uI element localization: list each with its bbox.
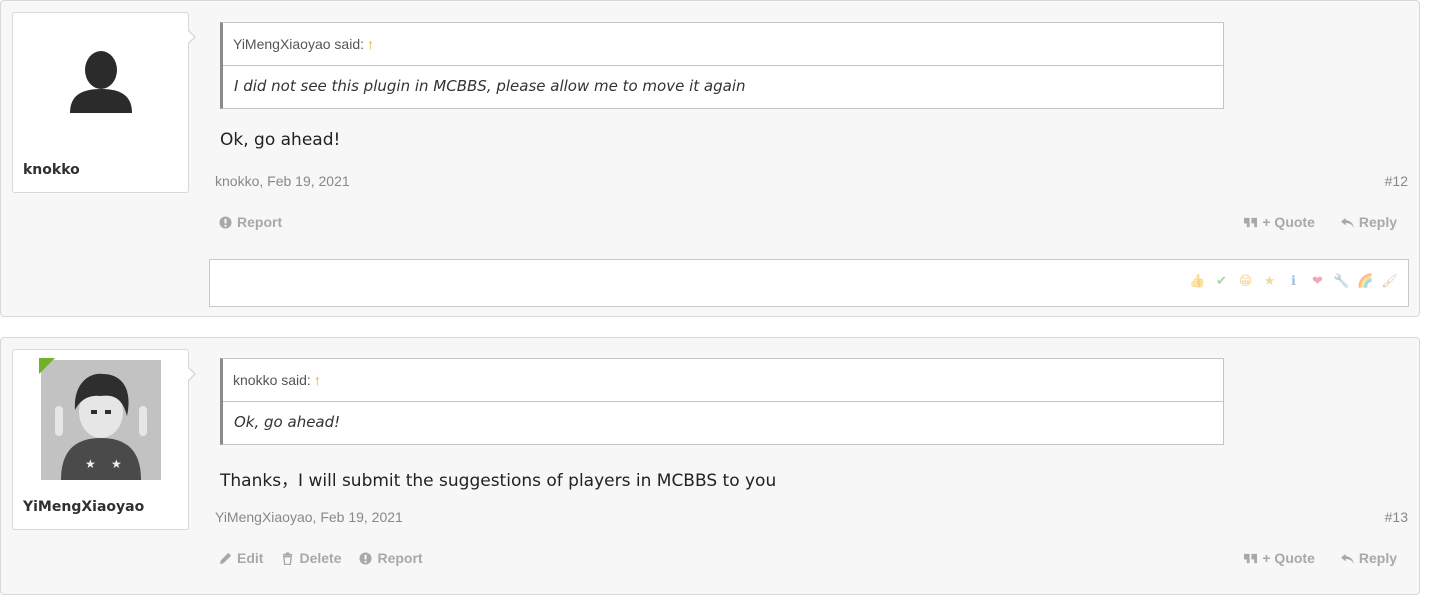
quote-block: YiMengXiaoyao said: ↑ I did not see this … [220, 22, 1224, 109]
post-12: knokko YiMengXiaoyao said: ↑ I did not se… [0, 0, 1420, 317]
thumbs-up-icon[interactable]: 👍 [1188, 272, 1207, 291]
quote-button[interactable]: + Quote [1244, 214, 1315, 230]
brush-icon[interactable]: 🖌 [1380, 272, 1399, 291]
reply-label: Reply [1358, 550, 1397, 566]
laugh-icon[interactable]: 😁 [1236, 272, 1255, 291]
quote-attribution: knokko said: ↑ [223, 359, 1223, 402]
reply-icon [1340, 553, 1354, 564]
star-icon[interactable]: ★ [1260, 272, 1279, 291]
quote-label: + Quote [1262, 214, 1315, 230]
trash-icon [283, 551, 293, 565]
heart-icon[interactable]: ❤ [1308, 272, 1327, 291]
user-card: ★ ★ YiMengXiaoyao [12, 349, 196, 530]
username[interactable]: YiMengXiaoyao [23, 499, 144, 515]
reply-icon [1340, 217, 1354, 228]
quote-block: knokko said: ↑ Ok, go ahead! [220, 358, 1224, 445]
post-number[interactable]: #12 [1385, 173, 1408, 189]
post-message: Ok, go ahead! [220, 130, 341, 150]
quote-author: YiMengXiaoyao said: [233, 36, 365, 52]
avatar[interactable]: ★ ★ [41, 360, 161, 480]
post-13: ★ ★ YiMengXiaoyao knokko said: ↑ Ok, go a… [0, 337, 1420, 595]
delete-button[interactable]: Delete [281, 550, 341, 566]
reply-label: Reply [1358, 214, 1397, 230]
user-photo-avatar: ★ ★ [41, 360, 161, 480]
info-icon[interactable]: ℹ [1284, 272, 1303, 291]
reply-button[interactable]: Reply [1340, 214, 1397, 230]
post-number[interactable]: #13 [1385, 509, 1408, 525]
card-arrow [187, 29, 196, 45]
post-actions-right: + Quote Reply [1244, 550, 1397, 566]
edit-label: Edit [237, 550, 264, 566]
staff-badge [39, 358, 55, 374]
post-message: Thanks，I will submit the suggestions of … [220, 471, 777, 491]
quote-icon [1244, 217, 1258, 227]
report-button[interactable]: Report [359, 550, 423, 566]
default-avatar-icon[interactable] [68, 49, 134, 115]
alert-icon [359, 551, 373, 565]
post-actions-right: + Quote Reply [1244, 214, 1397, 230]
pencil-icon [219, 552, 232, 564]
user-card: knokko [12, 12, 196, 193]
report-label: Report [237, 214, 283, 230]
reaction-list: 👍 ✔ 😁 ★ ℹ ❤ 🔧 🌈 🖌 [1188, 272, 1399, 291]
jump-to-quote-icon[interactable]: ↑ [314, 372, 321, 388]
quote-button[interactable]: + Quote [1244, 550, 1315, 566]
reply-button[interactable]: Reply [1340, 550, 1397, 566]
quote-label: + Quote [1262, 550, 1315, 566]
reactions-bar: 👍 ✔ 😁 ★ ℹ ❤ 🔧 🌈 🖌 [209, 259, 1409, 307]
edit-button[interactable]: Edit [219, 550, 263, 566]
quote-attribution: YiMengXiaoyao said: ↑ [223, 23, 1223, 66]
quote-text: Ok, go ahead! [234, 413, 341, 431]
svg-text:★: ★ [111, 457, 122, 471]
check-icon[interactable]: ✔ [1212, 272, 1231, 291]
username[interactable]: knokko [23, 162, 80, 178]
post-meta[interactable]: YiMengXiaoyao, Feb 19, 2021 [215, 509, 403, 525]
rainbow-icon[interactable]: 🌈 [1356, 272, 1375, 291]
quote-author: knokko said: [233, 372, 311, 388]
report-label: Report [377, 550, 423, 566]
quote-text: I did not see this plugin in MCBBS, plea… [234, 77, 746, 95]
delete-label: Delete [299, 550, 342, 566]
quote-icon [1244, 553, 1258, 563]
report-button[interactable]: Report [219, 214, 282, 230]
wrench-icon[interactable]: 🔧 [1332, 272, 1351, 291]
svg-text:★: ★ [85, 457, 96, 471]
post-actions-left: Report [219, 214, 282, 230]
alert-icon [219, 215, 232, 229]
jump-to-quote-icon[interactable]: ↑ [367, 36, 374, 52]
post-meta[interactable]: knokko, Feb 19, 2021 [215, 173, 350, 189]
post-actions-left: Edit Delete Report [219, 550, 423, 566]
card-arrow [187, 366, 196, 382]
